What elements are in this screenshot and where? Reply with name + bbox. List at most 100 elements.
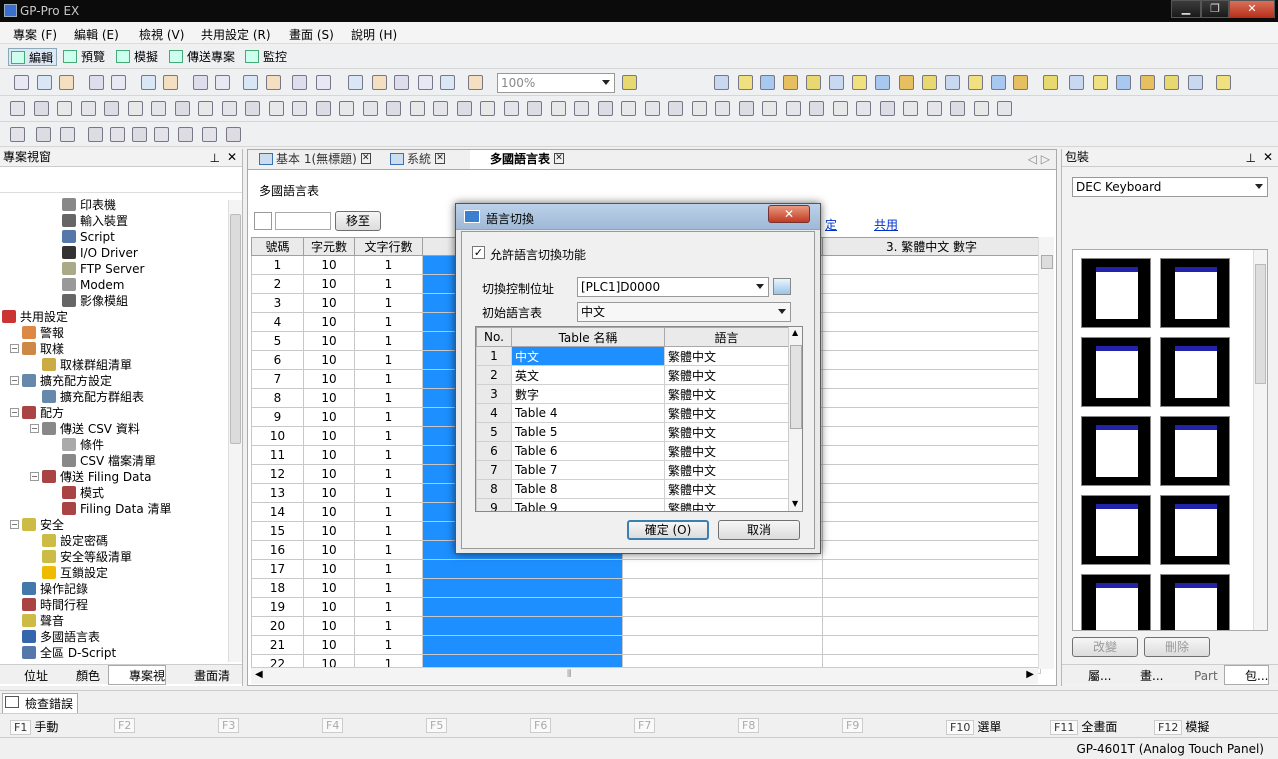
edit-mode-button[interactable]: 編輯 — [8, 48, 58, 66]
draw-tool-icon[interactable] — [34, 101, 49, 116]
language-cell[interactable]: 繁體中文 — [664, 403, 789, 423]
table3-cell[interactable] — [822, 578, 1041, 598]
table2-cell[interactable] — [622, 616, 823, 636]
draw-tool-icon[interactable] — [551, 101, 566, 116]
row-no[interactable]: 1 — [476, 346, 512, 366]
draw-tool-icon[interactable] — [57, 101, 72, 116]
table2-cell[interactable] — [622, 578, 823, 598]
draw-tool-icon[interactable] — [504, 101, 519, 116]
tree-item[interactable]: 時間行程 — [22, 597, 88, 613]
tree-scrollbar[interactable] — [228, 200, 242, 662]
goto-button[interactable]: 移至 — [335, 211, 381, 231]
scroll-up-icon[interactable]: ▲ — [792, 328, 798, 337]
toolbar-icon[interactable] — [852, 75, 867, 90]
toolbar-icon[interactable] — [193, 75, 208, 90]
language-cell[interactable]: 繁體中文 — [664, 346, 789, 366]
package-item[interactable] — [1160, 416, 1230, 486]
cancel-button[interactable]: 取消 — [718, 520, 800, 540]
table3-cell[interactable] — [822, 502, 1041, 522]
scroll-down-icon[interactable]: ▼ — [792, 499, 798, 508]
table-name-cell[interactable]: Table 7 — [511, 460, 665, 480]
address-input[interactable]: [PLC1]D0000 — [577, 277, 769, 297]
part-tool-icon[interactable] — [178, 127, 193, 142]
draw-tool-icon[interactable] — [974, 101, 989, 116]
table-name-cell[interactable]: Table 8 — [511, 479, 665, 499]
tree-item[interactable]: 多國語言表 — [22, 629, 100, 645]
toolbar-icon[interactable] — [163, 75, 178, 90]
minimize-button[interactable]: ▁ — [1171, 0, 1201, 18]
tree-item[interactable]: 操作記錄 — [22, 581, 88, 597]
draw-tool-icon[interactable] — [856, 101, 871, 116]
draw-tool-icon[interactable] — [527, 101, 542, 116]
table1-cell[interactable] — [422, 559, 623, 579]
language-row[interactable]: 4 Table 4 繁體中文 — [476, 403, 789, 423]
table3-cell[interactable] — [822, 540, 1041, 560]
table3-cell[interactable] — [822, 559, 1041, 579]
tree-item[interactable]: 互鎖設定 — [42, 565, 108, 581]
draw-tool-icon[interactable] — [10, 101, 25, 116]
draw-tool-icon[interactable] — [104, 101, 119, 116]
package-item[interactable] — [1081, 416, 1151, 486]
goto-input[interactable] — [275, 212, 331, 230]
toolbar-icon[interactable] — [622, 75, 637, 90]
zoom-select[interactable]: 100% — [497, 73, 615, 93]
part-tool-icon[interactable] — [110, 127, 125, 142]
row-no[interactable]: 9 — [476, 498, 512, 511]
menu-common-settings[interactable]: 共用設定 (R) — [201, 26, 271, 43]
tree-item[interactable]: 擴充配方群組表 — [42, 389, 144, 405]
tree-item[interactable]: Modem — [62, 277, 124, 293]
tree-item[interactable]: 印表機 — [62, 197, 116, 213]
table3-cell[interactable] — [822, 293, 1041, 313]
tree-item[interactable]: 全區 D-Script — [22, 645, 116, 661]
package-select[interactable]: DEC Keyboard — [1072, 177, 1268, 197]
draw-tool-icon[interactable] — [762, 101, 777, 116]
simulate-button[interactable]: 模擬 — [114, 48, 161, 66]
collapse-icon[interactable]: − — [30, 424, 39, 433]
table3-cell[interactable] — [822, 350, 1041, 370]
draw-tool-icon[interactable] — [269, 101, 284, 116]
draw-tool-icon[interactable] — [222, 101, 237, 116]
toolbar-icon[interactable] — [14, 75, 29, 90]
fkey-f6[interactable]: F6 — [530, 718, 554, 733]
toolbar-icon[interactable] — [418, 75, 433, 90]
language-row[interactable]: 3 數字 繁體中文 — [476, 384, 789, 404]
draw-tool-icon[interactable] — [668, 101, 683, 116]
draw-tool-icon[interactable] — [175, 101, 190, 116]
package-item[interactable] — [1160, 258, 1230, 328]
scroll-thumb[interactable] — [790, 345, 802, 429]
close-tab-icon[interactable]: ✕ — [554, 153, 565, 164]
toolbar-icon[interactable] — [372, 75, 387, 90]
grid-vscroll[interactable] — [1038, 237, 1054, 669]
toolbar-icon[interactable] — [215, 75, 230, 90]
package-item[interactable] — [1160, 495, 1230, 565]
draw-tool-icon[interactable] — [809, 101, 824, 116]
part-tool-icon[interactable] — [10, 127, 25, 142]
tree-item[interactable]: − 傳送 CSV 資料 — [30, 421, 140, 437]
part-tool-icon[interactable] — [60, 127, 75, 142]
table1-cell[interactable] — [422, 635, 623, 655]
draw-tool-icon[interactable] — [128, 101, 143, 116]
close-button[interactable]: ✕ — [1229, 0, 1275, 18]
toolbar-icon[interactable] — [266, 75, 281, 90]
language-cell[interactable]: 繁體中文 — [664, 441, 789, 461]
row-no[interactable]: 8 — [476, 479, 512, 499]
draw-tool-icon[interactable] — [786, 101, 801, 116]
tree-item[interactable]: Script — [62, 229, 115, 245]
pin-icon[interactable]: ⊥ — [1246, 150, 1256, 167]
row-no[interactable]: 6 — [476, 441, 512, 461]
table-name-cell[interactable]: Table 9 — [511, 498, 665, 511]
toolbar-icon[interactable] — [1216, 75, 1231, 90]
tree-item[interactable]: 模式 — [62, 485, 104, 501]
draw-tool-icon[interactable] — [433, 101, 448, 116]
grid-scrollbar[interactable]: ▲ ▼ — [788, 327, 802, 511]
draw-tool-icon[interactable] — [574, 101, 589, 116]
row-no[interactable]: 4 — [476, 403, 512, 423]
fkey-f2[interactable]: F2 — [114, 718, 138, 733]
toolbar-icon[interactable] — [783, 75, 798, 90]
draw-tool-icon[interactable] — [598, 101, 613, 116]
tab-system[interactable]: 系統 ✕ — [387, 150, 446, 169]
tree-item[interactable]: 設定密碼 — [42, 533, 108, 549]
tree-item[interactable]: 條件 — [62, 437, 104, 453]
tree-item[interactable]: − 安全 — [10, 517, 64, 533]
table-row[interactable]: 19 10 1 — [251, 597, 1041, 617]
